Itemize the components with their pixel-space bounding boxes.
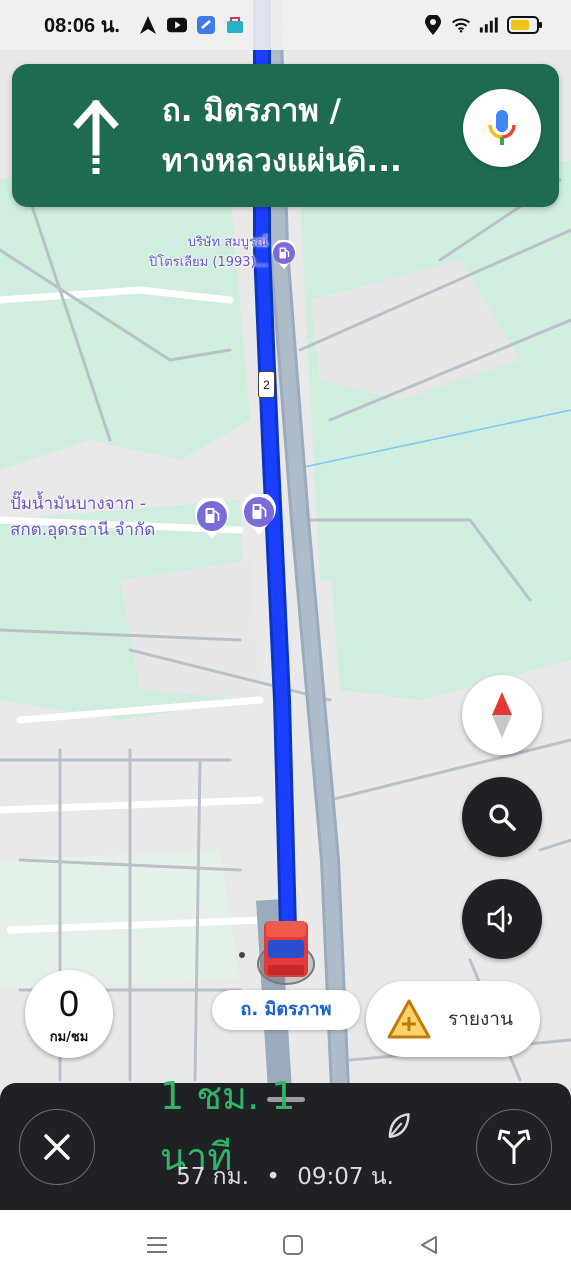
status-time: 08:06 น. — [44, 15, 120, 37]
street-line-1: ถ. มิตรภาพ / — [162, 93, 341, 129]
next-street-name: ถ. มิตรภาพ / ทางหลวงแผ่นดิ... — [162, 86, 472, 186]
voice-search-button[interactable] — [463, 89, 541, 167]
fork-routes-icon — [497, 1129, 531, 1164]
poi-1-name-line1: บริษัท สมบูรณ์ — [187, 235, 268, 250]
eco-leaf-icon — [388, 1113, 410, 1138]
trip-details: 57 กม. • 09:07 น. — [120, 1159, 450, 1195]
arrival-time: 09:07 น. — [297, 1164, 394, 1190]
current-street-chip: ถ. มิตรภาพ — [212, 990, 360, 1030]
poi-label-fuel-1[interactable]: บริษัท สมบูรณ์ ปิโตรเลียม (1993)... — [120, 233, 268, 273]
app-icon — [196, 15, 216, 35]
signal-icon — [479, 15, 499, 35]
menu-icon[interactable] — [144, 1232, 170, 1258]
compass-button[interactable] — [462, 675, 542, 755]
route-shield: 2 — [258, 371, 275, 398]
vehicle-marker — [239, 921, 315, 985]
report-incident-icon — [387, 999, 431, 1039]
close-icon — [44, 1134, 70, 1160]
exit-navigation-button[interactable] — [19, 1109, 95, 1185]
compass-icon — [492, 692, 512, 738]
sound-button[interactable] — [462, 879, 542, 959]
gas-station-icon[interactable] — [240, 494, 278, 536]
battery-icon — [507, 15, 543, 35]
trip-separator: • — [266, 1164, 280, 1190]
report-label: รายงาน — [448, 1008, 513, 1030]
status-bar: 08:06 น. — [0, 0, 571, 50]
speed-unit: กม/ชม — [49, 1030, 89, 1045]
street-line-2: ทางหลวงแผ่นดิ... — [162, 143, 402, 179]
home-icon[interactable] — [280, 1232, 306, 1258]
straight-arrow-icon — [73, 100, 119, 174]
youtube-icon — [166, 15, 187, 35]
trip-distance: 57 กม. — [176, 1164, 250, 1190]
trip-duration: 1 ชม. 1 นาที — [160, 1074, 410, 1179]
report-button[interactable]: รายงาน — [366, 981, 540, 1057]
search-button[interactable] — [462, 777, 542, 857]
volume-icon — [487, 905, 512, 933]
poi-2-name-line1: ปั๊มน้ำมันบางจาก - — [10, 494, 146, 514]
poi-label-fuel-2[interactable]: ปั๊มน้ำมันบางจาก - สกต.อุดรธานี จำกัด — [10, 491, 190, 543]
poi-1-name-line2: ปิโตรเลียม (1993)... — [148, 255, 268, 270]
location-icon — [423, 15, 443, 35]
trip-summary-sheet[interactable]: 1 ชม. 1 นาที 57 กม. • 09:07 น. — [0, 1074, 571, 1210]
speed-value: 0 — [58, 983, 80, 1024]
gas-station-icon[interactable] — [193, 498, 231, 540]
speedometer: 0 กม/ชม — [25, 970, 113, 1058]
poi-2-name-line2: สกต.อุดรธานี จำกัด — [10, 520, 156, 540]
alternate-routes-button[interactable] — [476, 1109, 552, 1185]
bag-app-icon — [225, 15, 245, 35]
wifi-icon — [451, 15, 471, 35]
navigation-icon — [138, 15, 158, 35]
system-navigation-bar — [0, 1210, 571, 1280]
back-icon[interactable] — [416, 1232, 442, 1258]
microphone-icon — [488, 110, 516, 145]
gas-station-icon[interactable] — [271, 240, 297, 270]
search-icon — [489, 804, 516, 831]
